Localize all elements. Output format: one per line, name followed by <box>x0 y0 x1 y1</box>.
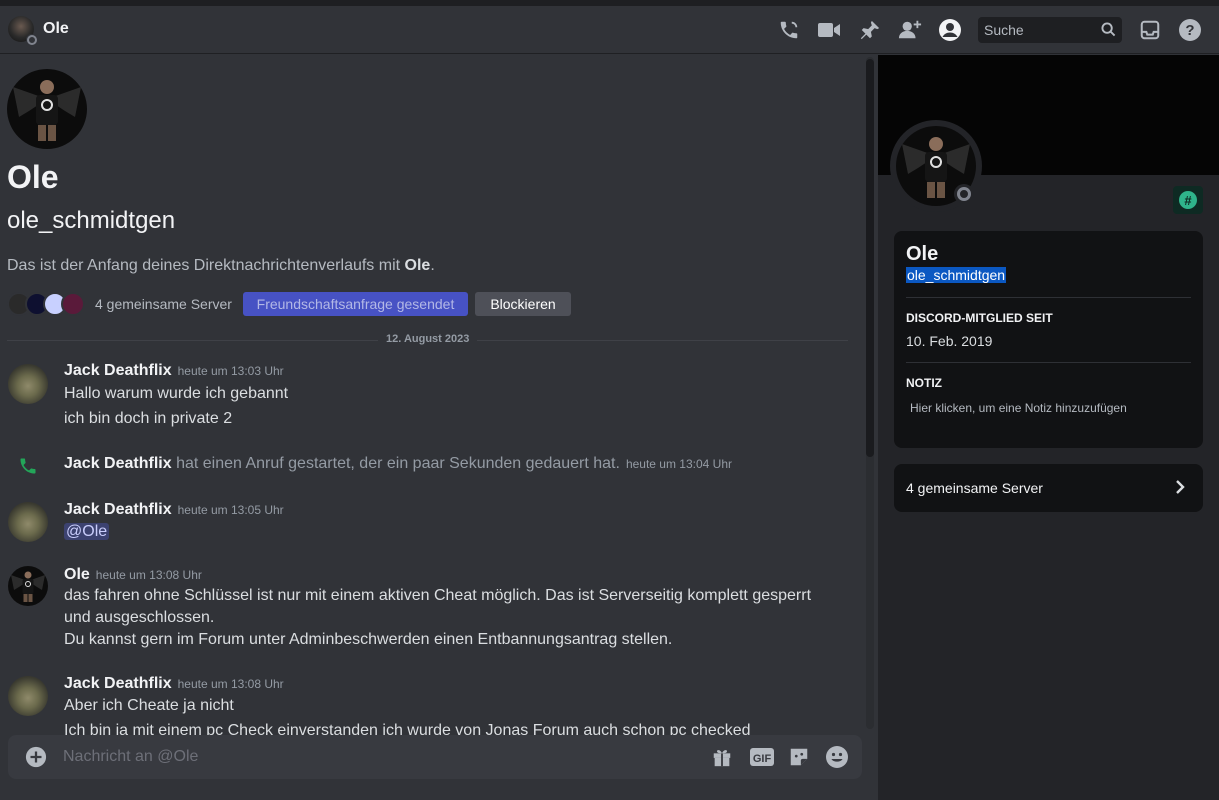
intro-avatar[interactable] <box>7 69 87 149</box>
date-divider: 12. August 2023 <box>7 333 848 345</box>
gif-label: GIF <box>753 753 772 765</box>
note-label: NOTIZ <box>906 376 942 390</box>
intro-text-prefix: Das ist der Anfang deines Direktnachrich… <box>7 257 405 274</box>
help-icon[interactable]: ? <box>1178 18 1202 42</box>
search-icon <box>1101 22 1116 42</box>
friend-request-sent-button[interactable]: Freundschaftsanfrage gesendet <box>243 292 468 316</box>
call-text: hat einen Anruf gestartet, der ein paar … <box>176 455 620 472</box>
date-divider-label: 12. August 2023 <box>378 333 478 345</box>
mutual-servers-label[interactable]: 4 gemeinsame Server <box>906 480 1043 496</box>
profile-display-name: Ole <box>906 243 939 265</box>
intro-text: Das ist der Anfang deines Direktnachrich… <box>7 257 435 275</box>
divider <box>906 362 1191 363</box>
author-name[interactable]: Jack Deathflix <box>64 675 172 692</box>
mutual-servers-card[interactable]: 4 gemeinsame Server <box>894 464 1203 512</box>
member-since-label: DISCORD-MITGLIED SEIT <box>906 311 1053 325</box>
message-composer[interactable]: GIF <box>8 735 862 779</box>
avatar[interactable] <box>8 566 48 606</box>
search-input[interactable] <box>978 17 1098 43</box>
divider <box>906 297 1191 298</box>
message-author[interactable]: Jack Deathflix heute um 13:05 Uhr <box>64 501 284 519</box>
inbox-icon[interactable] <box>1138 18 1162 42</box>
gift-icon[interactable] <box>710 745 734 769</box>
svg-text:?: ? <box>1185 22 1194 39</box>
badge-symbol: # <box>1179 191 1197 209</box>
channel-header: Ole ? <box>0 6 1219 54</box>
scrollbar-thumb[interactable] <box>866 59 874 457</box>
author-name[interactable]: Ole <box>64 566 90 583</box>
message-timestamp: heute um 13:08 Uhr <box>177 677 284 691</box>
author-name[interactable]: Jack Deathflix <box>64 455 172 472</box>
intro-text-suffix: . <box>430 257 435 274</box>
gif-icon[interactable]: GIF <box>749 745 775 769</box>
emoji-icon[interactable] <box>825 745 849 769</box>
avatar[interactable] <box>8 676 48 716</box>
mutual-servers-text[interactable]: 4 gemeinsame Server <box>95 296 232 312</box>
search-box[interactable] <box>978 17 1122 43</box>
status-offline-icon <box>26 34 37 45</box>
message-text: Aber ich Cheate ja nicht <box>64 697 234 714</box>
channel-title[interactable]: Ole <box>43 20 69 38</box>
sticker-icon[interactable] <box>787 745 811 769</box>
profile-info-card: Ole ole_schmidtgen DISCORD-MITGLIED SEIT… <box>894 231 1203 448</box>
message-author[interactable]: Jack Deathflix heute um 13:08 Uhr <box>64 675 284 693</box>
user-profile-icon[interactable] <box>938 18 962 42</box>
profile-username[interactable]: ole_schmidtgen <box>906 267 1007 283</box>
note-input[interactable]: Hier klicken, um eine Notiz hinzuzufügen <box>910 401 1127 415</box>
message-timestamp: heute um 13:03 Uhr <box>177 364 284 378</box>
author-name[interactable]: Jack Deathflix <box>64 501 172 518</box>
intro-display-name: Ole <box>7 159 59 195</box>
call-system-message: Jack Deathflix hat einen Anruf gestartet… <box>64 455 732 473</box>
message-timestamp: heute um 13:08 Uhr <box>95 568 202 582</box>
hashtag-badge-icon[interactable]: # <box>1173 186 1203 214</box>
mutual-servers-row[interactable]: 4 gemeinsame Server <box>7 291 250 317</box>
status-offline-icon <box>954 184 974 204</box>
avatar[interactable] <box>8 364 48 404</box>
avatar[interactable] <box>8 502 48 542</box>
pin-icon[interactable] <box>858 18 882 42</box>
author-name[interactable]: Jack Deathflix <box>64 362 172 379</box>
intro-text-name: Ole <box>404 257 431 274</box>
message-text: Hallo warum wurde ich gebannt <box>64 385 289 402</box>
message-timestamp: heute um 13:04 Uhr <box>625 457 733 471</box>
add-attachment-icon[interactable] <box>24 745 48 769</box>
chat-area: Ole ole_schmidtgen Das ist der Anfang de… <box>0 55 878 800</box>
block-button[interactable]: Blockieren <box>475 292 571 316</box>
header-avatar[interactable] <box>8 16 37 45</box>
add-member-icon[interactable] <box>898 18 922 42</box>
member-since-value: 10. Feb. 2019 <box>906 333 993 349</box>
message-text: ich bin doch in private 2 <box>64 410 233 427</box>
message-text: Du kannst gern im Forum unter Adminbesch… <box>64 631 673 648</box>
message-author[interactable]: Ole heute um 13:08 Uhr <box>64 566 202 584</box>
user-profile-panel: # Ole ole_schmidtgen DISCORD-MITGLIED SE… <box>878 55 1219 800</box>
message-timestamp: heute um 13:05 Uhr <box>177 503 284 517</box>
intro-username: ole_schmidtgen <box>7 207 176 234</box>
chevron-right-icon[interactable] <box>1173 478 1187 501</box>
message-input[interactable] <box>63 735 663 779</box>
server-icon <box>61 292 85 316</box>
message-text: @Ole <box>64 521 834 543</box>
voice-call-icon[interactable] <box>777 18 801 42</box>
video-call-icon[interactable] <box>817 18 841 42</box>
user-mention[interactable]: @Ole <box>64 523 110 540</box>
chat-scrollbar[interactable] <box>866 57 874 729</box>
call-icon <box>18 456 38 481</box>
message-text: das fahren ohne Schlüssel ist nur mit ei… <box>64 587 812 626</box>
message-author[interactable]: Jack Deathflix heute um 13:03 Uhr <box>64 362 284 380</box>
